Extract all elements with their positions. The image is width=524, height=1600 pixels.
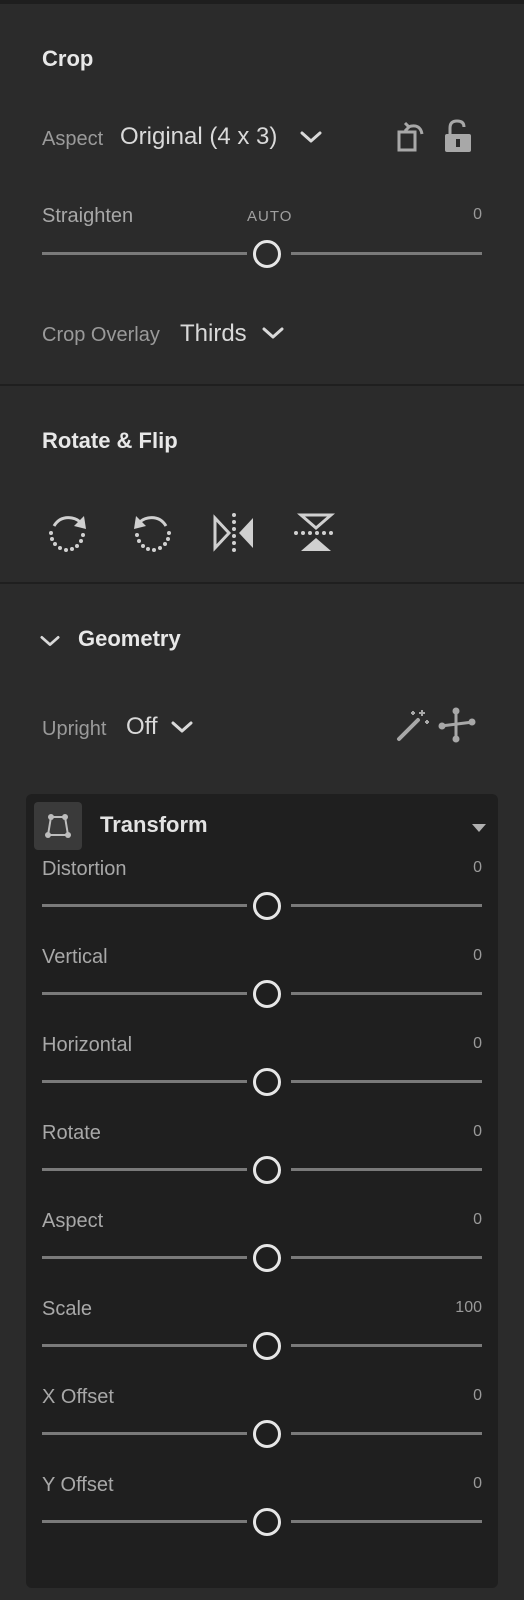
y-offset-value[interactable]: 0	[473, 1475, 482, 1493]
rotate-flip-title: Rotate & Flip	[42, 428, 178, 453]
straighten-value[interactable]: 0	[473, 206, 482, 224]
y-offset-label: Y Offset	[42, 1474, 114, 1496]
horizontal-label: Horizontal	[42, 1034, 133, 1056]
transform-icon	[45, 814, 71, 838]
aspect-label: Aspect	[42, 128, 104, 150]
rotate-value[interactable]: 0	[473, 1123, 482, 1141]
chevron-down-icon[interactable]	[171, 720, 193, 734]
rotate-counterclockwise-icon[interactable]	[130, 512, 174, 554]
y-offset-slider-thumb[interactable]	[253, 1508, 281, 1536]
chevron-down-icon[interactable]	[262, 326, 284, 340]
aspect-value[interactable]: 0	[473, 1211, 482, 1229]
section-divider	[0, 582, 524, 584]
rotate-label: Rotate	[42, 1122, 101, 1144]
transform-title: Transform	[100, 812, 208, 837]
flip-vertical-icon[interactable]	[294, 512, 338, 554]
distortion-label: Distortion	[42, 858, 127, 880]
rotate-lock-icon[interactable]	[396, 118, 428, 154]
upright-dropdown[interactable]: Off	[126, 713, 158, 741]
straighten-auto-button[interactable]: AUTO	[247, 208, 292, 225]
horizontal-value[interactable]: 0	[473, 1035, 482, 1053]
vertical-slider-thumb[interactable]	[253, 980, 281, 1008]
aspect-slider-thumb[interactable]	[253, 1244, 281, 1272]
x-offset-value[interactable]: 0	[473, 1387, 482, 1405]
horizontal-slider-thumb[interactable]	[253, 1068, 281, 1096]
x-offset-slider-thumb[interactable]	[253, 1420, 281, 1448]
upright-label: Upright	[42, 718, 107, 740]
distortion-value[interactable]: 0	[473, 859, 482, 877]
crop-overlay-dropdown[interactable]: Thirds	[180, 320, 247, 348]
x-offset-label: X Offset	[42, 1386, 114, 1408]
lock-open-icon[interactable]	[443, 118, 473, 154]
flip-horizontal-icon[interactable]	[212, 512, 256, 554]
straighten-slider-thumb[interactable]	[253, 240, 281, 268]
chevron-down-icon[interactable]	[300, 130, 322, 144]
section-divider	[0, 384, 524, 386]
aspect-dropdown[interactable]: Original (4 x 3)	[120, 123, 277, 151]
crop-overlay-label: Crop Overlay	[42, 324, 160, 346]
collapse-caret-icon[interactable]	[472, 824, 486, 832]
rotate-slider-thumb[interactable]	[253, 1156, 281, 1184]
magic-wand-icon[interactable]	[396, 708, 430, 742]
aspect-label: Aspect	[42, 1210, 104, 1232]
vertical-value[interactable]: 0	[473, 947, 482, 965]
straighten-label: Straighten	[42, 205, 134, 227]
guided-upright-icon[interactable]	[438, 706, 476, 744]
scale-value[interactable]: 100	[455, 1299, 482, 1317]
vertical-label: Vertical	[42, 946, 108, 968]
distortion-slider-thumb[interactable]	[253, 892, 281, 920]
geometry-title[interactable]: Geometry	[78, 626, 181, 652]
scale-label: Scale	[42, 1298, 93, 1320]
chevron-down-icon[interactable]	[40, 634, 60, 648]
top-border	[0, 0, 524, 4]
scale-slider-thumb[interactable]	[253, 1332, 281, 1360]
crop-title: Crop	[42, 46, 94, 71]
rotate-clockwise-icon[interactable]	[46, 512, 90, 554]
